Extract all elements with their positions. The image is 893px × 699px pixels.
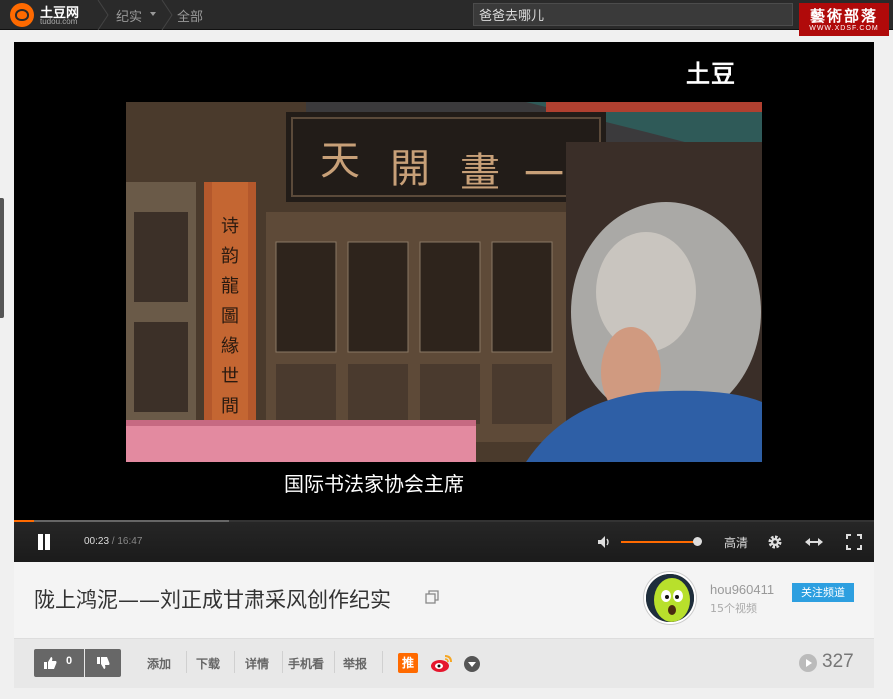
svg-text:間: 間 <box>221 396 239 417</box>
view-count: 327 <box>822 651 854 672</box>
logo-icon <box>10 3 34 27</box>
widen-icon[interactable] <box>804 533 823 551</box>
dislike-button[interactable] <box>85 649 121 677</box>
action-bar: 0 添加 下载 详情 手机看 举报 推 327 <box>14 638 874 688</box>
tudou-logo[interactable]: 土豆网 tudou.com <box>10 2 90 28</box>
copy-icon[interactable] <box>424 589 440 605</box>
divider <box>282 651 283 673</box>
top-bar: 土豆网 tudou.com 纪实 全部 <box>0 0 893 30</box>
svg-text:世: 世 <box>221 366 239 387</box>
brand-text: 藝術部落 <box>809 7 878 25</box>
like-button[interactable]: 0 <box>34 649 84 677</box>
brand-watermark: 藝術部落 WWW.XDSF.COM <box>799 3 889 36</box>
logo-subtext: tudou.com <box>40 17 78 26</box>
divider <box>186 651 187 673</box>
svg-text:天: 天 <box>320 138 360 184</box>
volume-knob[interactable] <box>693 537 702 546</box>
nav-all-link[interactable]: 全部 <box>177 6 203 25</box>
player-watermark: 土豆 <box>686 60 736 88</box>
svg-text:龍: 龍 <box>221 276 239 297</box>
gear-icon[interactable] <box>766 533 784 551</box>
play-count-icon <box>799 654 817 672</box>
weibo-share-icon[interactable] <box>430 652 454 674</box>
quality-button[interactable]: 高清 <box>724 534 748 551</box>
volume-icon[interactable] <box>596 534 612 550</box>
video-title: 陇上鸿泥——刘正成甘肃采风创作纪实 <box>34 588 391 612</box>
chevron-down-icon[interactable] <box>150 12 156 16</box>
category-dropdown[interactable]: 纪实 <box>116 6 142 25</box>
thumbs-up-icon <box>43 656 57 670</box>
video-frame[interactable]: 天 開 畫 一 诗 韵 龍 圖 緣 世 間 <box>126 102 762 462</box>
svg-text:诗: 诗 <box>221 216 239 237</box>
channel-username[interactable]: hou960411 <box>710 582 774 597</box>
details-link[interactable]: 详情 <box>245 655 269 672</box>
brand-url: WWW.XDSF.COM <box>809 25 879 32</box>
video-info-bar: 陇上鸿泥——刘正成甘肃采风创作纪实 hou960411 15个视频 关注频道 <box>14 562 874 638</box>
report-link[interactable]: 举报 <box>343 655 367 672</box>
svg-text:開: 開 <box>390 146 430 192</box>
time-total: 16:47 <box>117 536 143 547</box>
video-still-image: 天 開 畫 一 诗 韵 龍 圖 緣 世 間 <box>126 102 762 462</box>
search-input[interactable] <box>473 3 793 26</box>
svg-text:緣: 緣 <box>221 336 239 357</box>
like-count: 0 <box>66 655 73 667</box>
svg-text:一: 一 <box>524 152 564 198</box>
share-tui-button[interactable]: 推 <box>398 653 418 673</box>
channel-video-count: 15个视频 <box>710 602 757 615</box>
svg-text:韵: 韵 <box>221 246 239 267</box>
time-display: 00:23 / 16:47 <box>84 536 142 547</box>
video-subtitle: 国际书法家协会主席 <box>284 472 464 496</box>
add-link[interactable]: 添加 <box>147 655 171 672</box>
pause-icon[interactable] <box>36 534 52 550</box>
player-controls: 00:23 / 16:47 高清 <box>14 522 874 562</box>
more-share-icon[interactable] <box>464 656 480 672</box>
video-player[interactable]: 土豆 天 開 畫 一 诗 韵 龍 圖 緣 世 間 国际书法家协会主席 00:23… <box>14 42 874 562</box>
side-tab-handle[interactable] <box>0 198 4 318</box>
thumbs-down-icon <box>96 656 110 670</box>
svg-text:畫: 畫 <box>460 150 500 196</box>
mobile-watch-link[interactable]: 手机看 <box>288 655 324 672</box>
volume-slider[interactable] <box>621 537 702 546</box>
avatar[interactable] <box>644 572 696 624</box>
divider <box>234 651 235 673</box>
svg-text:圖: 圖 <box>221 306 239 327</box>
divider <box>334 651 335 673</box>
fullscreen-icon[interactable] <box>845 533 863 551</box>
download-link[interactable]: 下载 <box>196 655 220 672</box>
divider <box>382 651 383 673</box>
separator-icon <box>96 0 110 30</box>
volume-fill <box>621 541 697 543</box>
separator-icon <box>160 0 174 30</box>
time-current: 00:23 <box>84 536 110 547</box>
follow-channel-button[interactable]: 关注频道 <box>792 583 854 602</box>
